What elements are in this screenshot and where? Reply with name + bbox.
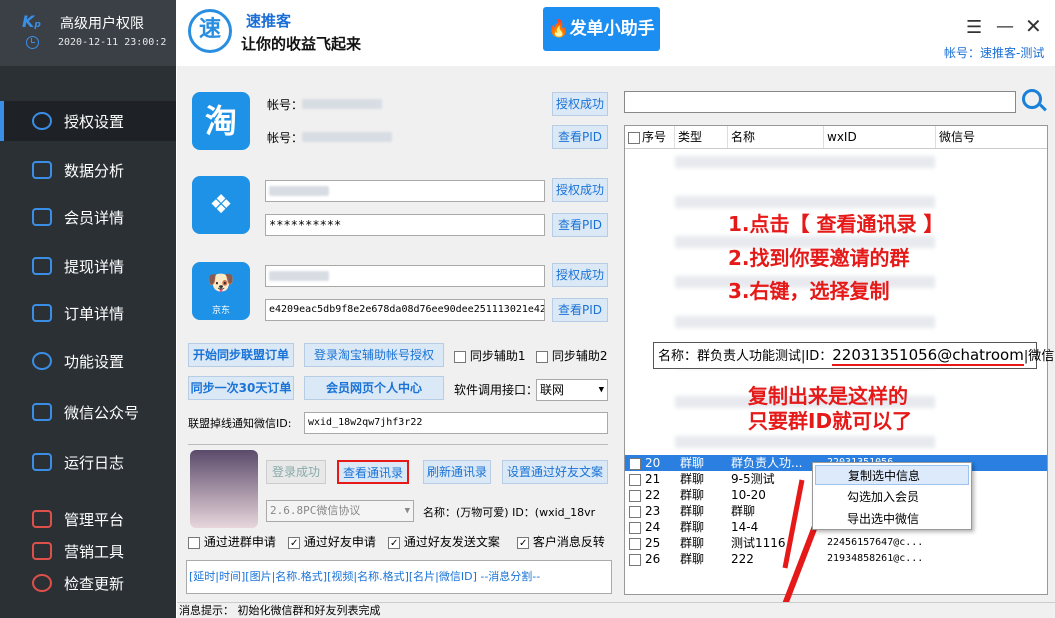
tools-icon [32, 542, 52, 560]
sync-30days-button[interactable]: 同步一次30天订单 [188, 376, 294, 400]
avatar [190, 450, 258, 528]
menu-item-add-member[interactable]: 勾选加入会员 [815, 487, 969, 507]
sidebar-item-check-update[interactable]: 检查更新 [0, 563, 176, 595]
annotation-step3: 3.右键，选择复制 [728, 279, 890, 303]
jd-account-input[interactable] [265, 265, 545, 287]
jd-icon: 🐶 京东 [192, 262, 250, 320]
taobao-account-value-2 [302, 132, 392, 142]
taobao-pid-button[interactable]: 查看PID [552, 125, 608, 149]
speaker-icon [32, 453, 52, 471]
annotation-step1: 1.点击【 查看通讯录 】 [728, 212, 944, 236]
taobao-account-label-2: 帐号： [267, 131, 304, 145]
taobao-account-label-1: 帐号： [267, 98, 304, 112]
notify-label: 联盟掉线通知微信ID: [188, 417, 292, 430]
sync-union-orders-button[interactable]: 开始同步联盟订单 [188, 343, 294, 367]
column-header-wechat-no[interactable]: 微信号 [936, 126, 1047, 148]
close-icon[interactable]: ✕ [1025, 14, 1042, 38]
annotation-note2: 只要群ID就可以了 [748, 409, 913, 433]
menu-item-copy-selected[interactable]: 复制选中信息 [815, 465, 969, 485]
sync-helper1-checkbox[interactable]: 同步辅助1 [454, 347, 525, 364]
column-header-no[interactable]: 序号 [625, 126, 675, 148]
menu-icon[interactable]: ☰ [966, 17, 982, 38]
sidebar-item-run-log[interactable]: 运行日志 [0, 442, 176, 482]
pdd-account-input[interactable] [265, 180, 545, 202]
sidebar-item-order-details[interactable]: 订单详情 [0, 293, 176, 333]
sidebar-item-admin-platform[interactable]: 管理平台 [0, 499, 176, 531]
group-apply-checkbox[interactable]: 通过进群申请 [188, 533, 276, 550]
app-logo-icon: Kp [22, 12, 41, 31]
taobao-account-value-1 [302, 99, 382, 109]
edit-icon [32, 208, 52, 226]
jd-auth-button[interactable]: 授权成功 [552, 263, 608, 287]
sidebar-header: Kp 高级用户权限 2020-12-11 23:00:2 [0, 0, 176, 66]
sidebar-item-member-details[interactable]: 会员详情 [0, 197, 176, 237]
minimize-icon[interactable]: — [996, 16, 1014, 37]
pdd-auth-button[interactable]: 授权成功 [552, 178, 608, 202]
member-center-button[interactable]: 会员网页个人中心 [304, 376, 444, 400]
chevron-down-icon: ▼ [598, 385, 604, 395]
fire-icon: 🔥 [548, 19, 570, 39]
copied-text-callout: 名称：群负责人功能测试|ID：22031351056@chatroom|微信号 [653, 342, 1055, 369]
menu-item-export-wechat[interactable]: 导出选中微信 [815, 509, 969, 529]
chat-icon [32, 352, 52, 370]
chart-icon [32, 161, 52, 179]
login-success-button[interactable]: 登录成功 [266, 460, 326, 484]
sidebar-item-data-analysis[interactable]: 数据分析 [0, 150, 176, 190]
search-input[interactable] [624, 91, 1016, 113]
api-select[interactable]: 联网 ▼ [536, 379, 608, 401]
sidebar: Kp 高级用户权限 2020-12-11 23:00:2 授权设置 数据分析 会… [0, 0, 176, 618]
sidebar-item-function-settings[interactable]: 功能设置 [0, 341, 176, 381]
yen-doc-icon [32, 304, 52, 322]
taobao-auth-button[interactable]: 授权成功 [552, 92, 608, 116]
clock-icon [26, 36, 39, 49]
pdd-password-input[interactable]: ********** [265, 214, 545, 236]
keyboard-icon [32, 403, 52, 421]
pdd-pid-button[interactable]: 查看PID [552, 213, 608, 237]
account-label: 帐号：速推客-测试 [944, 46, 1045, 60]
brand-logo-icon: 速 [188, 9, 232, 53]
pinduoduo-icon: ❖ [192, 176, 250, 234]
taobao-icon: 淘 [192, 92, 250, 150]
friend-apply-checkbox[interactable]: 通过好友申请 [288, 533, 376, 550]
sync-helper2-checkbox[interactable]: 同步辅助2 [536, 347, 607, 364]
jd-pid-button[interactable]: 查看PID [552, 298, 608, 322]
status-bar: 消息提示： 初始化微信群和好友列表完成 [177, 602, 1055, 618]
notify-wxid-input[interactable]: wxid_18w2qw7jhf3r22 [304, 412, 608, 434]
app-title: 高级用户权限 [60, 16, 144, 32]
column-header-wxid[interactable]: wxID [824, 126, 936, 148]
context-menu: 复制选中信息 勾选加入会员 导出选中微信 [812, 462, 972, 530]
api-label: 软件调用接口： [454, 383, 539, 397]
brand-name: 速推客 [246, 12, 292, 30]
sidebar-item-marketing-tools[interactable]: 营销工具 [0, 531, 176, 563]
column-header-name[interactable]: 名称 [728, 126, 824, 148]
search-icon[interactable] [1022, 89, 1042, 109]
list-icon [32, 510, 52, 528]
brand-slogan: 让你的收益飞起来 [241, 35, 362, 53]
annotation-step2: 2.找到你要邀请的群 [728, 246, 910, 270]
jd-pid-input[interactable]: e4209eac5db9f8e2e678da08d76ee90dee251113… [265, 299, 545, 321]
update-icon [32, 574, 52, 592]
promo-button[interactable]: 🔥发单小助手 [543, 7, 660, 51]
login-taobao-helper-button[interactable]: 登录淘宝辅助帐号授权 [304, 343, 444, 367]
globe-icon [32, 112, 52, 130]
sidebar-item-wechat-official[interactable]: 微信公众号 [0, 392, 176, 432]
column-header-type[interactable]: 类型 [675, 126, 728, 148]
sidebar-item-withdraw-details[interactable]: 提现详情 [0, 246, 176, 286]
datetime: 2020-12-11 23:00:2 [58, 37, 167, 48]
sidebar-item-auth-settings[interactable]: 授权设置 [0, 101, 176, 141]
search-doc-icon [32, 257, 52, 275]
